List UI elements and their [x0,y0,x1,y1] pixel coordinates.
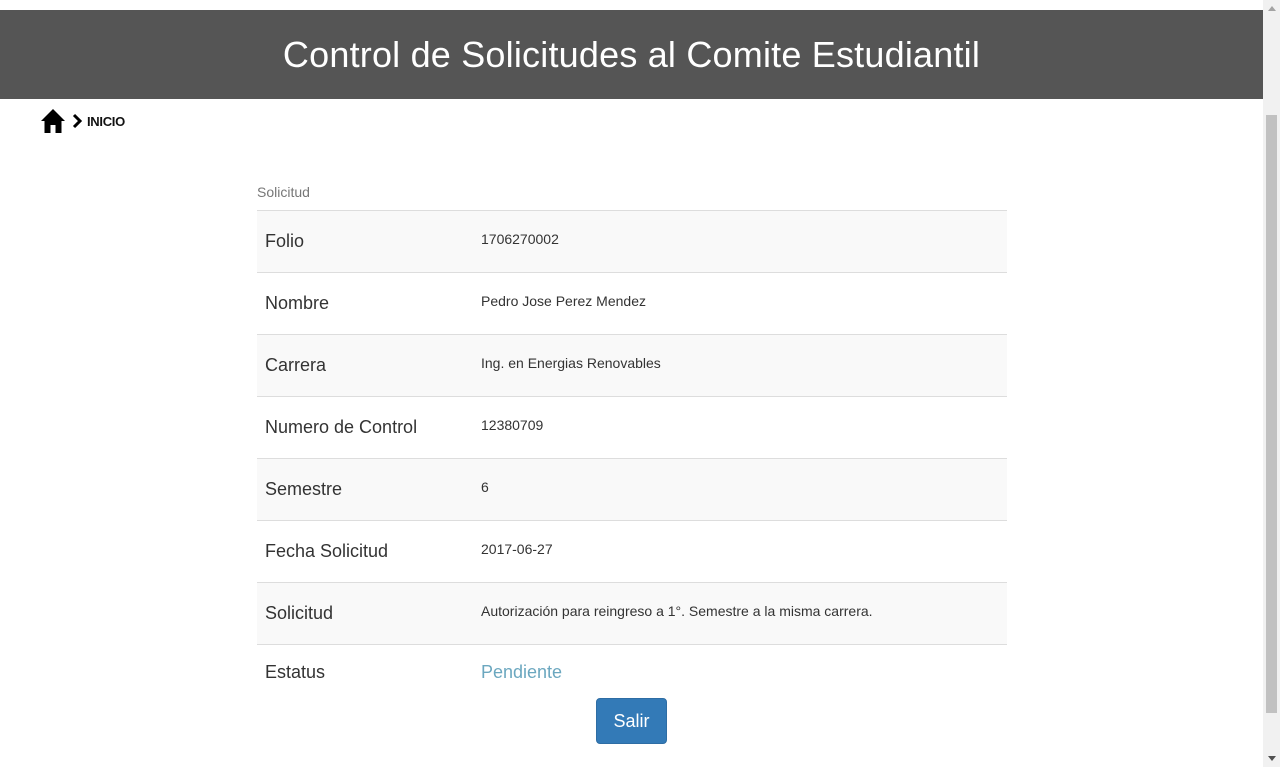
table-row: Nombre Pedro Jose Perez Mendez [257,272,1007,335]
table-row: Fecha Solicitud 2017-06-27 [257,520,1007,583]
row-label-folio: Folio [257,210,473,273]
exit-button[interactable]: Salir [596,698,667,744]
app-header: Control de Solicitudes al Comite Estudia… [0,10,1263,99]
table-row: Numero de Control 12380709 [257,396,1007,459]
panel-caption: Solicitud [257,184,310,200]
breadcrumb-home-link[interactable]: INICIO [40,108,125,134]
row-value-nombre: Pedro Jose Perez Mendez [473,272,1007,335]
breadcrumb-label: INICIO [87,113,125,129]
request-details-table: Folio 1706270002 Nombre Pedro Jose Perez… [257,210,1007,700]
scrollbar-thumb[interactable] [1266,115,1277,713]
row-label-fecha-solicitud: Fecha Solicitud [257,520,473,583]
row-label-estatus: Estatus [257,644,473,700]
row-label-nombre: Nombre [257,272,473,335]
row-value-fecha-solicitud: 2017-06-27 [473,520,1007,583]
row-label-numero-control: Numero de Control [257,396,473,459]
table-row: Carrera Ing. en Energias Renovables [257,334,1007,397]
table-row: Folio 1706270002 [257,210,1007,273]
row-value-carrera: Ing. en Energias Renovables [473,334,1007,397]
status-badge: Pendiente [473,644,1007,700]
row-value-folio: 1706270002 [473,210,1007,273]
table-row: Estatus Pendiente [257,644,1007,700]
table-row: Solicitud Autorización para reingreso a … [257,582,1007,645]
vertical-scrollbar[interactable] [1263,0,1280,767]
row-label-carrera: Carrera [257,334,473,397]
row-value-solicitud: Autorización para reingreso a 1°. Semest… [473,582,1007,645]
chevron-right-icon [72,113,83,129]
row-label-solicitud: Solicitud [257,582,473,645]
table-row: Semestre 6 [257,458,1007,521]
page-title: Control de Solicitudes al Comite Estudia… [282,33,981,75]
scroll-down-arrow-icon[interactable] [1268,756,1276,761]
page: Control de Solicitudes al Comite Estudia… [0,0,1263,767]
row-value-semestre: 6 [473,458,1007,521]
row-label-semestre: Semestre [257,458,473,521]
scroll-up-arrow-icon[interactable] [1268,6,1276,11]
row-value-numero-control: 12380709 [473,396,1007,459]
home-icon [41,109,65,133]
request-panel: Solicitud Folio 1706270002 Nombre Pedro … [257,183,1007,700]
